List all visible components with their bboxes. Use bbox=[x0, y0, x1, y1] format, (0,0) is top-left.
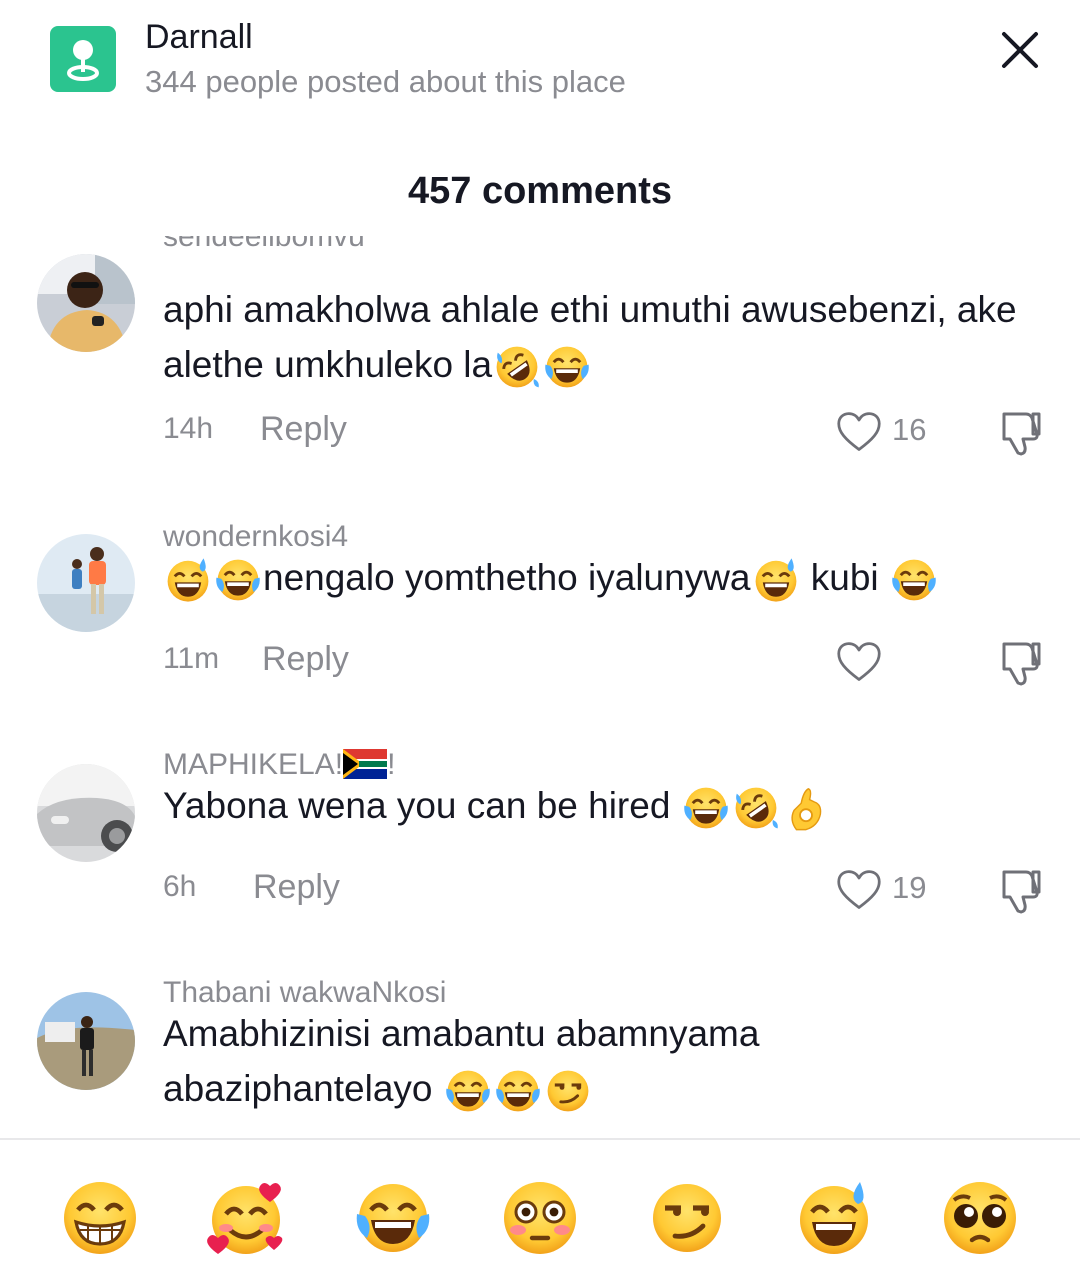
comment-username[interactable]: MAPHIKELA! ! bbox=[163, 748, 395, 782]
comment-username-text: sendeelibomvu bbox=[163, 236, 365, 253]
comment-username[interactable]: sendeelibomvu bbox=[163, 236, 365, 266]
place-subtitle: 344 people posted about this place bbox=[145, 64, 626, 99]
comment-username-suffix: ! bbox=[387, 748, 396, 781]
tears-of-joy-emoji-icon[interactable] bbox=[353, 1178, 433, 1258]
tears-of-joy-emoji-icon bbox=[494, 1067, 542, 1115]
heart-icon bbox=[836, 640, 882, 684]
comment-text: Amabhizinisi amabantu abamnyama abaziphan… bbox=[163, 1006, 1043, 1116]
comment-text-line: Amabhizinisi amabantu abamnyama bbox=[163, 1013, 760, 1054]
quick-emoji-bar bbox=[0, 1140, 1080, 1263]
smirking-face-emoji-icon bbox=[544, 1067, 592, 1115]
avatar[interactable] bbox=[37, 254, 135, 352]
rolling-laughing-emoji-icon bbox=[493, 343, 541, 391]
comment-username[interactable]: Thabani wakwaNkosi bbox=[163, 976, 446, 1010]
dislike-icon[interactable] bbox=[996, 638, 1046, 688]
comment-username-text: MAPHIKELA! bbox=[163, 748, 344, 781]
grinning-sweat-emoji-icon bbox=[752, 556, 800, 604]
dislike-icon[interactable] bbox=[996, 866, 1046, 916]
avatar[interactable] bbox=[37, 534, 135, 632]
comment-text: Yabona wena you can be hired bbox=[163, 778, 1043, 833]
grin-face-emoji-icon[interactable] bbox=[60, 1178, 140, 1258]
dislike-icon[interactable] bbox=[996, 408, 1046, 458]
tears-of-joy-emoji-icon bbox=[682, 784, 730, 832]
comment-text-body: Yabona wena you can be hired bbox=[163, 785, 681, 826]
tears-of-joy-emoji-icon bbox=[444, 1067, 492, 1115]
heart-icon bbox=[836, 868, 882, 912]
avatar[interactable] bbox=[37, 992, 135, 1090]
like-button[interactable] bbox=[836, 640, 936, 686]
comment-time: 14h bbox=[163, 412, 214, 445]
reply-button[interactable]: Reply bbox=[260, 410, 347, 449]
comment-username[interactable]: wondernkosi4 bbox=[163, 520, 348, 554]
comment-list[interactable]: sendeelibomvu aphi amakholwa ahlale ethi… bbox=[0, 236, 1080, 1138]
flushed-face-emoji-icon[interactable] bbox=[500, 1178, 580, 1258]
ok-hand-emoji-icon bbox=[782, 784, 830, 832]
comment-text: aphi amakholwa ahlale ethi umuthi awuseb… bbox=[163, 282, 1043, 392]
smiling-face-with-hearts-emoji-icon[interactable] bbox=[206, 1178, 286, 1258]
like-button[interactable]: 16 bbox=[836, 410, 936, 456]
like-count: 16 bbox=[892, 412, 927, 447]
place-name: Darnall bbox=[145, 18, 253, 56]
grinning-sweat-emoji-icon bbox=[164, 556, 212, 604]
comment-text: nengalo yomthetho iyalunywa kubi bbox=[163, 550, 1043, 605]
tears-of-joy-emoji-icon bbox=[543, 343, 591, 391]
comment-text-line: abaziphantelayo bbox=[163, 1068, 443, 1109]
south-africa-flag-icon bbox=[343, 749, 388, 779]
comment-time: 11m bbox=[163, 642, 220, 675]
rolling-laughing-emoji-icon bbox=[732, 784, 780, 832]
comment-text-body: kubi bbox=[800, 557, 889, 598]
tears-of-joy-emoji-icon bbox=[214, 556, 262, 604]
avatar[interactable] bbox=[37, 764, 135, 862]
smirking-face-emoji-icon[interactable] bbox=[647, 1178, 727, 1258]
location-pin-icon bbox=[50, 26, 116, 92]
heart-icon bbox=[836, 410, 882, 454]
reply-button[interactable]: Reply bbox=[253, 868, 340, 907]
reply-button[interactable]: Reply bbox=[262, 640, 349, 679]
pleading-face-emoji-icon[interactable] bbox=[940, 1178, 1020, 1258]
comment-time: 6h bbox=[163, 870, 197, 903]
close-icon[interactable] bbox=[995, 25, 1045, 75]
like-button[interactable]: 19 bbox=[836, 868, 936, 914]
like-count: 19 bbox=[892, 870, 927, 905]
comments-count-title: 457 comments bbox=[407, 170, 672, 212]
tears-of-joy-emoji-icon bbox=[890, 556, 938, 604]
comment-text-body: nengalo yomthetho iyalunywa bbox=[263, 557, 751, 598]
comments-sheet: Darnall 344 people posted about this pla… bbox=[0, 0, 1080, 1263]
place-header[interactable]: Darnall 344 people posted about this pla… bbox=[0, 0, 1080, 120]
grinning-sweat-emoji-icon[interactable] bbox=[794, 1178, 874, 1258]
